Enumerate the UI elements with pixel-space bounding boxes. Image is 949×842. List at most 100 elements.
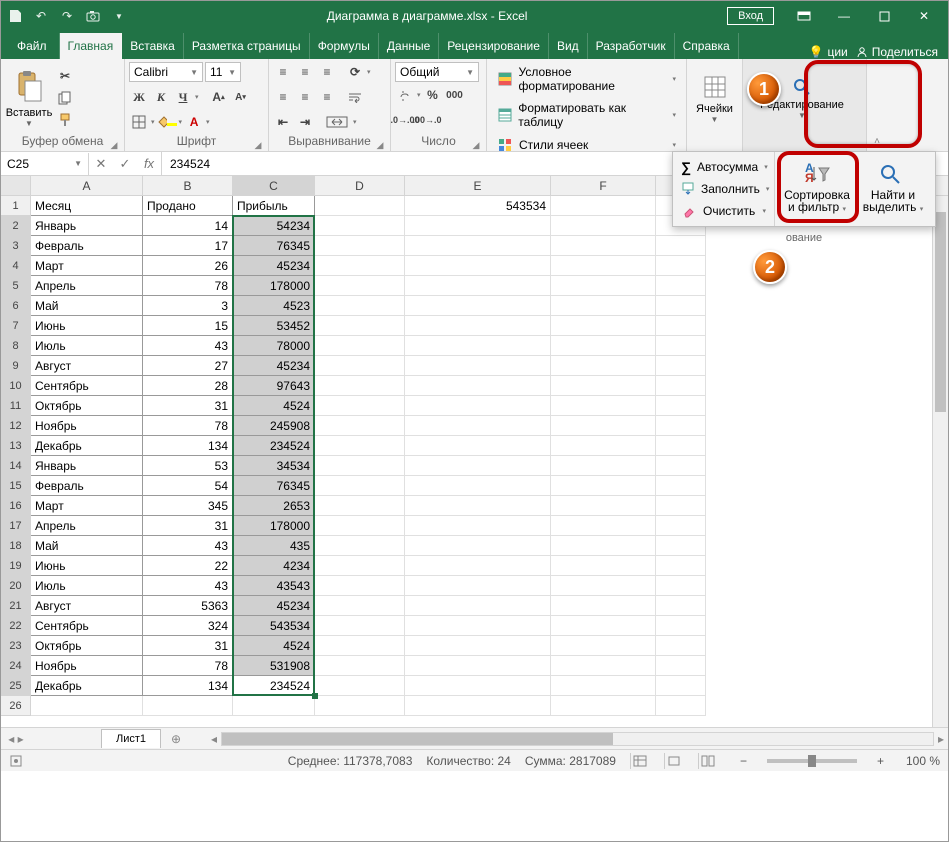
cell[interactable]: 78 [143, 656, 233, 676]
row-header[interactable]: 22 [1, 616, 31, 636]
cell[interactable] [551, 576, 656, 596]
cell[interactable]: 43 [143, 576, 233, 596]
cell[interactable] [315, 636, 405, 656]
cell[interactable] [315, 476, 405, 496]
fill-color-icon[interactable] [157, 112, 177, 132]
cell[interactable] [551, 316, 656, 336]
row-header[interactable]: 3 [1, 236, 31, 256]
cell[interactable] [405, 456, 551, 476]
row-header[interactable]: 25 [1, 676, 31, 696]
cell[interactable] [315, 276, 405, 296]
cell[interactable]: 234524 [233, 676, 315, 696]
comma-icon[interactable]: 000 [445, 85, 465, 105]
cell[interactable]: 54 [143, 476, 233, 496]
cell[interactable] [656, 336, 706, 356]
cell[interactable]: 27 [143, 356, 233, 376]
cell[interactable] [315, 616, 405, 636]
cell[interactable]: Октябрь [31, 396, 143, 416]
cell[interactable]: 17 [143, 236, 233, 256]
cell[interactable] [656, 576, 706, 596]
cell[interactable] [656, 436, 706, 456]
row-header[interactable]: 26 [1, 696, 31, 716]
cell[interactable] [656, 396, 706, 416]
cell[interactable] [551, 556, 656, 576]
cell[interactable] [405, 596, 551, 616]
cell[interactable]: Июль [31, 336, 143, 356]
align-bottom-icon[interactable]: ≡ [317, 62, 337, 82]
align-center-icon[interactable]: ≡ [295, 87, 315, 107]
cut-icon[interactable]: ✂ [55, 66, 75, 86]
cell[interactable]: 34534 [233, 456, 315, 476]
cell[interactable]: 178000 [233, 276, 315, 296]
cell[interactable]: Февраль [31, 236, 143, 256]
cell[interactable] [551, 596, 656, 616]
cell[interactable] [405, 276, 551, 296]
cell[interactable] [315, 296, 405, 316]
cell[interactable] [315, 416, 405, 436]
cell[interactable]: Июнь [31, 316, 143, 336]
cell[interactable]: 22 [143, 556, 233, 576]
cell[interactable] [551, 456, 656, 476]
cell[interactable]: Декабрь [31, 676, 143, 696]
cell[interactable] [405, 616, 551, 636]
cell[interactable] [405, 696, 551, 716]
cell[interactable] [315, 316, 405, 336]
cell[interactable] [551, 196, 656, 216]
cell[interactable]: Октябрь [31, 636, 143, 656]
undo-icon[interactable]: ↶ [33, 8, 49, 24]
cell[interactable] [551, 256, 656, 276]
underline-button[interactable]: Ч [173, 87, 193, 107]
cell[interactable] [656, 276, 706, 296]
cell[interactable] [405, 676, 551, 696]
redo-icon[interactable]: ↷ [59, 8, 75, 24]
col-header-D[interactable]: D [315, 176, 405, 196]
cell[interactable] [405, 636, 551, 656]
tab-formulas[interactable]: Формулы [310, 33, 379, 59]
cell[interactable] [551, 276, 656, 296]
cell[interactable] [143, 696, 233, 716]
vertical-scrollbar[interactable] [932, 196, 948, 727]
cell[interactable]: 31 [143, 636, 233, 656]
cell[interactable] [405, 256, 551, 276]
collapse-ribbon-icon[interactable]: ˄ [874, 136, 880, 147]
minimize-icon[interactable]: — [826, 5, 862, 27]
tab-nav-prev[interactable]: ◂ ▸ [1, 732, 31, 746]
launcher-icon[interactable]: ◢ [374, 138, 386, 150]
cell[interactable]: Август [31, 356, 143, 376]
cell[interactable] [405, 336, 551, 356]
zoom-out-button[interactable]: − [740, 754, 747, 768]
row-header[interactable]: 17 [1, 516, 31, 536]
row-header[interactable]: 21 [1, 596, 31, 616]
cell[interactable] [656, 676, 706, 696]
col-header-B[interactable]: B [143, 176, 233, 196]
cell[interactable] [656, 656, 706, 676]
cell[interactable] [315, 336, 405, 356]
cell[interactable]: 43 [143, 536, 233, 556]
cell[interactable] [551, 696, 656, 716]
maximize-icon[interactable] [866, 5, 902, 27]
launcher-icon[interactable]: ◢ [470, 138, 482, 150]
cell[interactable] [315, 696, 405, 716]
cell[interactable] [656, 476, 706, 496]
cell[interactable]: 43 [143, 336, 233, 356]
enter-icon[interactable]: ✓ [113, 153, 137, 175]
row-header[interactable]: 7 [1, 316, 31, 336]
select-all-corner[interactable] [1, 176, 31, 195]
cell[interactable]: 531908 [233, 656, 315, 676]
cell[interactable]: Прибыль [233, 196, 315, 216]
paste-button[interactable]: Вставить ▼ [5, 65, 53, 131]
cell[interactable] [405, 376, 551, 396]
row-header[interactable]: 18 [1, 536, 31, 556]
sort-filter-button[interactable]: АЯ Сортировка и фильтр ▾ [781, 156, 853, 222]
copy-icon[interactable] [55, 88, 75, 108]
grow-font-icon[interactable]: A▴ [209, 87, 229, 107]
conditional-format-button[interactable]: Условное форматирование▾ [491, 62, 682, 96]
cell[interactable] [551, 476, 656, 496]
cell[interactable]: Декабрь [31, 436, 143, 456]
cell[interactable] [315, 256, 405, 276]
cell[interactable]: Сентябрь [31, 376, 143, 396]
format-painter-icon[interactable] [55, 110, 75, 130]
cell[interactable]: Ноябрь [31, 656, 143, 676]
cell[interactable] [656, 616, 706, 636]
cell[interactable] [315, 356, 405, 376]
